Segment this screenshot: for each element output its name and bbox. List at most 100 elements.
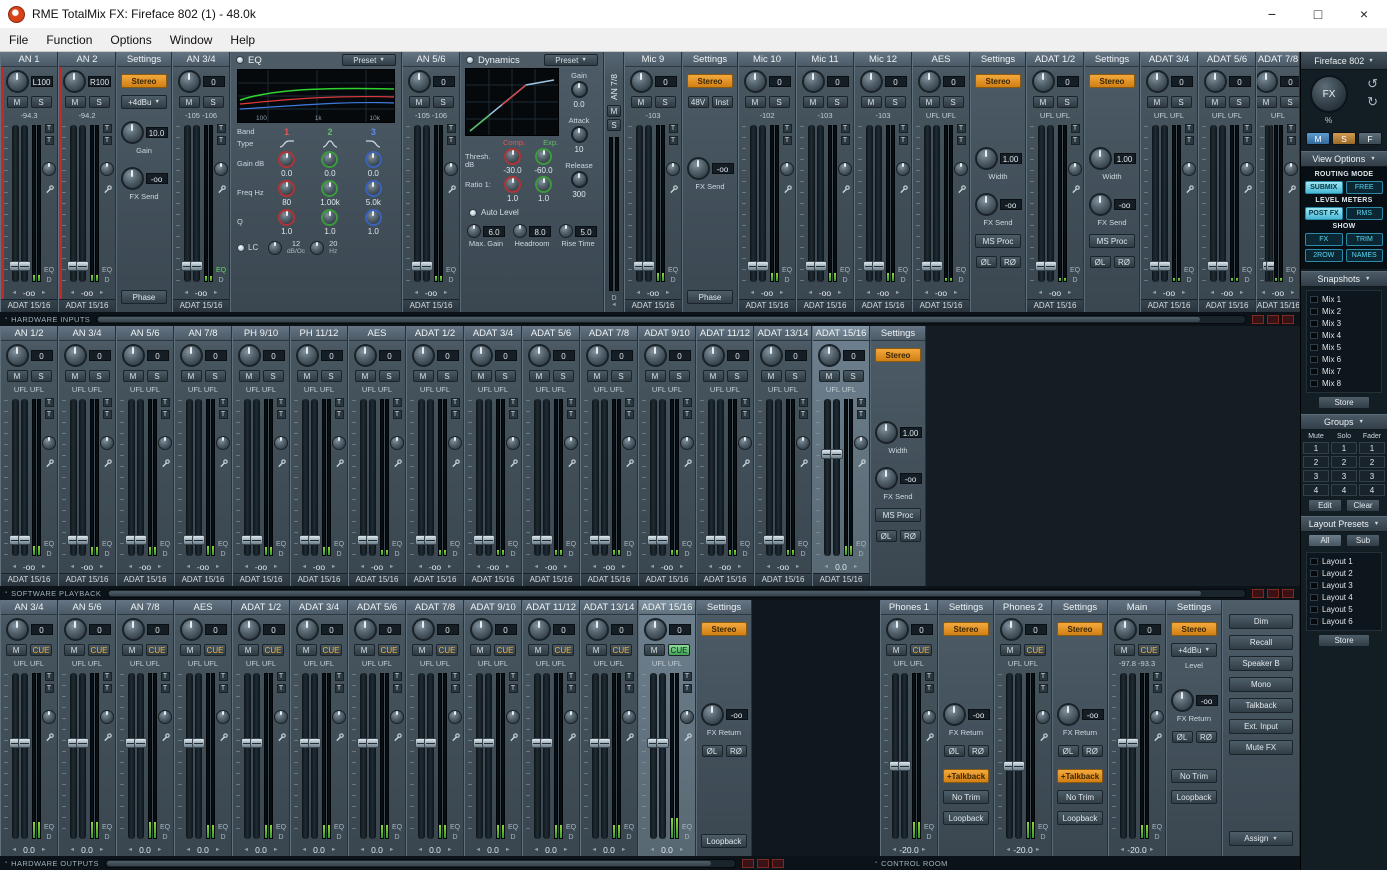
route-label[interactable]: ADAT 15/16 [173,299,229,312]
channel-name[interactable]: Mic 11 [797,52,853,67]
fx-send-knob[interactable] [100,710,114,724]
wrench-icon[interactable] [393,733,402,742]
channel-name[interactable]: Mic 12 [855,52,911,67]
channel-name[interactable]: AN 3/4 [59,326,115,341]
mute-button[interactable]: M [528,370,550,382]
nudge-right-icon[interactable]: ► [273,564,278,570]
fader-handle[interactable] [420,261,434,272]
mute-group-2-button[interactable]: 2 [1303,456,1329,468]
fader-handle[interactable] [18,737,32,748]
trim-icon[interactable]: T [508,398,518,407]
fader-handle[interactable] [830,448,844,459]
nudge-right-icon[interactable]: ► [1067,290,1072,296]
fx-send-knob[interactable] [1088,193,1112,216]
nudge-left-icon[interactable]: ◄ [534,564,539,570]
channel-name[interactable]: ADAT 5/6 [523,326,579,341]
wrench-icon[interactable] [899,185,908,194]
cue-button[interactable]: CUE [145,644,169,656]
fader[interactable] [192,673,206,839]
layouts-tab-sub[interactable]: Sub [1346,534,1380,547]
phase-left-button[interactable]: ØL [701,745,723,757]
wrench-icon[interactable] [219,459,228,468]
fader[interactable] [820,399,834,556]
pan-knob[interactable] [643,344,667,367]
horizontal-scrollbar[interactable] [96,314,1246,324]
wrench-icon[interactable] [625,733,634,742]
layouts-tab-all[interactable]: All [1308,534,1342,547]
fader[interactable] [366,673,380,839]
nudge-left-icon[interactable]: ◄ [70,290,75,296]
ms-proc-button[interactable]: MS Proc [875,508,921,522]
fader[interactable] [1116,673,1130,839]
channel-name[interactable]: AN 2 [59,52,115,67]
fader[interactable] [1216,125,1230,282]
nudge-left-icon[interactable]: ◄ [302,564,307,570]
trim-icon[interactable]: T [782,124,792,133]
fx-send-knob[interactable] [448,436,462,450]
route-label[interactable]: ADAT 15/16 [1199,299,1255,312]
cue-button[interactable]: CUE [667,644,691,656]
channel-name[interactable]: ADAT 3/4 [1141,52,1197,67]
eq-freq-knob[interactable] [278,180,296,197]
trim-icon[interactable]: T [450,672,460,681]
nudge-right-icon[interactable]: ► [99,564,104,570]
nudge-right-icon[interactable]: ► [737,564,742,570]
nudge-left-icon[interactable]: ◄ [534,847,539,853]
nudge-left-icon[interactable]: ◄ [866,290,871,296]
channel-name[interactable]: ADAT 3/4 [291,600,347,615]
stereo-button[interactable]: Stereo [121,74,167,88]
fader[interactable] [920,125,934,282]
nudge-left-icon[interactable]: ◄ [924,290,929,296]
fx-send-knob[interactable] [274,436,288,450]
fader[interactable] [704,399,718,556]
channel-name[interactable]: AES [913,52,969,67]
fx-send-knob[interactable] [1182,162,1196,176]
wrench-icon[interactable] [219,733,228,742]
trim-icon[interactable]: T [1242,124,1252,133]
rise-time-knob[interactable] [559,224,573,238]
route-label[interactable]: ADAT 15/16 [797,299,853,312]
nudge-left-icon[interactable]: ◄ [128,564,133,570]
layout-item[interactable]: Layout 5 [1310,604,1378,615]
wrench-icon[interactable] [925,733,934,742]
eq-freq-knob[interactable] [364,180,382,197]
fader-group-2-button[interactable]: 2 [1359,456,1385,468]
pan-knob[interactable] [469,344,493,367]
mute-button[interactable]: M [1204,96,1226,108]
fader[interactable] [1148,125,1162,282]
fader[interactable] [420,125,434,282]
pan-knob[interactable] [237,618,261,641]
fx-send-knob[interactable] [332,436,346,450]
fader-handle[interactable] [930,261,944,272]
cue-button[interactable]: CUE [203,644,227,656]
solo-master-button[interactable]: S [1332,132,1356,145]
fader[interactable] [540,673,554,839]
channel-name[interactable]: AN 7/8 [609,56,619,100]
pan-knob[interactable] [353,344,377,367]
fx-send-knob[interactable] [42,162,56,176]
menu-help[interactable]: Help [221,28,264,51]
nudge-right-icon[interactable]: ► [1035,847,1040,853]
nudge-right-icon[interactable]: ► [621,564,626,570]
fader[interactable] [540,399,554,556]
fader[interactable] [1266,125,1279,282]
fader[interactable] [1126,673,1140,839]
channel-name[interactable]: ADAT 13/14 [755,326,811,341]
mute-button[interactable]: M [354,370,376,382]
auto-level-radio[interactable] [469,208,477,217]
trim-icon[interactable]: T [276,684,286,693]
solo-button[interactable]: S [826,96,848,108]
mute-button[interactable]: M [411,644,433,656]
solo-button[interactable]: S [146,370,168,382]
mute-button[interactable]: M [885,644,907,656]
fx-send-knob[interactable] [390,436,404,450]
layout-item[interactable]: Layout 1 [1310,556,1378,567]
fader-handle[interactable] [1044,261,1058,272]
wrench-icon[interactable] [683,733,692,742]
fader-handle[interactable] [76,261,90,272]
nudge-left-icon[interactable]: ◄ [186,847,191,853]
fader-handle[interactable] [872,261,886,272]
nudge-left-icon[interactable]: ◄ [766,564,771,570]
phase-left-button[interactable]: ØL [975,256,997,268]
nudge-right-icon[interactable]: ► [331,847,336,853]
